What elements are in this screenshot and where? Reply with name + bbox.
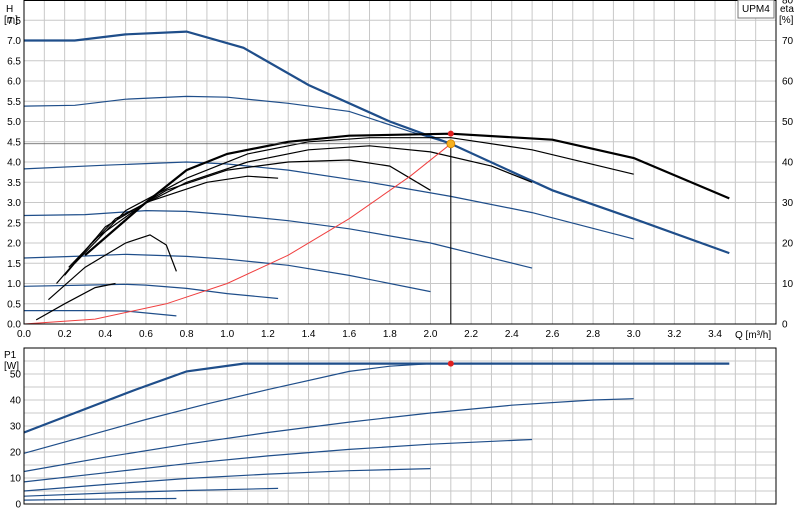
head-y-tick-label: 6.5: [7, 56, 21, 67]
head-y-tick-label: 5.5: [7, 97, 21, 108]
power-curves: [23, 362, 730, 501]
eta-y-tick-label: 30: [782, 198, 794, 209]
power-chart-grid: [23, 347, 777, 505]
head-y-tick-label: 2.0: [7, 239, 21, 250]
power-y-tick-label: 10: [10, 474, 22, 485]
power-y-tick-label: 20: [10, 448, 22, 459]
flow-x-tick-label: 1.8: [383, 329, 397, 340]
head-y-tick-label: 0.5: [7, 299, 21, 310]
power-chart-axes: 01020304050: [10, 347, 777, 511]
legend-label: UPM4: [742, 4, 770, 15]
flow-x-tick-label: 1.6: [342, 329, 356, 340]
head-axis-label: H: [6, 4, 13, 15]
head-y-tick-label: 4.5: [7, 137, 21, 148]
eta-curve: [48, 234, 177, 301]
eta-y-tick-label: 70: [782, 36, 794, 47]
head-y-tick-label: 6.0: [7, 77, 21, 88]
system-curve: [23, 143, 452, 325]
eta-y-tick-label: 0: [782, 320, 788, 331]
power-axis-unit: [W]: [4, 361, 19, 372]
power-y-tick-label: 0: [15, 500, 21, 511]
flow-x-tick-label: 0.0: [17, 329, 31, 340]
flow-x-tick-label: 3.4: [708, 329, 722, 340]
flow-x-tick-label: 0.2: [58, 329, 72, 340]
pump-curve-chart: 0.0 0.5 1.0 1.5 2.0 2.5 3.0 3.5 4.0 4.5 5.0 5.5 6.0 6…: [4, 0, 794, 511]
eta-curve: [35, 282, 116, 321]
operating-point-head: [446, 139, 456, 149]
eta-y-tick-label: 50: [782, 117, 794, 128]
flow-x-tick-label: 1.0: [220, 329, 234, 340]
power-y-tick-label: 40: [10, 396, 22, 407]
operating-point-eta: [447, 130, 454, 137]
head-y-tick-label: 2.5: [7, 218, 21, 229]
flow-axis-label: Q [m³/h]: [735, 330, 771, 341]
head-y-tick-label: 3.5: [7, 178, 21, 189]
head-axis-unit: [m]: [4, 15, 18, 26]
eta-curve-max: [84, 132, 730, 257]
flow-x-tick-label: 3.2: [667, 329, 681, 340]
head-chart-axes: 0.0 0.5 1.0 1.5 2.0 2.5 3.0 3.5 4.0 4.5 5.0 5.5 6.0 6…: [7, 0, 794, 340]
system-curve-group: [23, 143, 452, 325]
head-curve-max: [24, 30, 730, 255]
flow-x-tick-label: 0.6: [139, 329, 153, 340]
flow-x-tick-label: 0.8: [180, 329, 194, 340]
head-y-tick-label: 4.0: [7, 158, 21, 169]
flow-x-tick-label: 2.2: [464, 329, 478, 340]
eta-axis-unit: [%]: [779, 15, 794, 26]
eta-y-tick-label: 10: [782, 279, 794, 290]
head-y-tick-label: 1.0: [7, 279, 21, 290]
head-y-tick-label: 1.5: [7, 259, 21, 270]
eta-axis-label: eta: [780, 4, 794, 15]
power-curve: [23, 487, 279, 497]
eta-y-tick-label: 40: [782, 158, 794, 169]
power-y-tick-label: 30: [10, 422, 22, 433]
eta-y-tick-label: 20: [782, 239, 794, 250]
flow-x-tick-label: 3.0: [627, 329, 641, 340]
flow-x-tick-label: 0.4: [98, 329, 112, 340]
power-curve: [23, 497, 177, 501]
flow-x-tick-label: 2.4: [505, 329, 519, 340]
eta-y-tick-label: 60: [782, 77, 794, 88]
flow-x-tick-label: 2.0: [424, 329, 438, 340]
operating-point-power: [447, 360, 454, 367]
eta-curve: [74, 137, 634, 264]
head-curve: [23, 283, 279, 300]
flow-x-tick-label: 1.4: [302, 329, 316, 340]
power-axis-label: P1: [4, 350, 17, 361]
head-chart-grid: [23, 0, 777, 325]
head-y-tick-label: 3.0: [7, 198, 21, 209]
head-curves: [23, 30, 730, 317]
flow-x-tick-label: 2.6: [545, 329, 559, 340]
head-y-tick-label: 5.0: [7, 117, 21, 128]
head-y-tick-label: 7.0: [7, 36, 21, 47]
flow-x-tick-label: 1.2: [261, 329, 275, 340]
flow-x-tick-label: 2.8: [586, 329, 600, 340]
power-curve: [23, 438, 533, 483]
